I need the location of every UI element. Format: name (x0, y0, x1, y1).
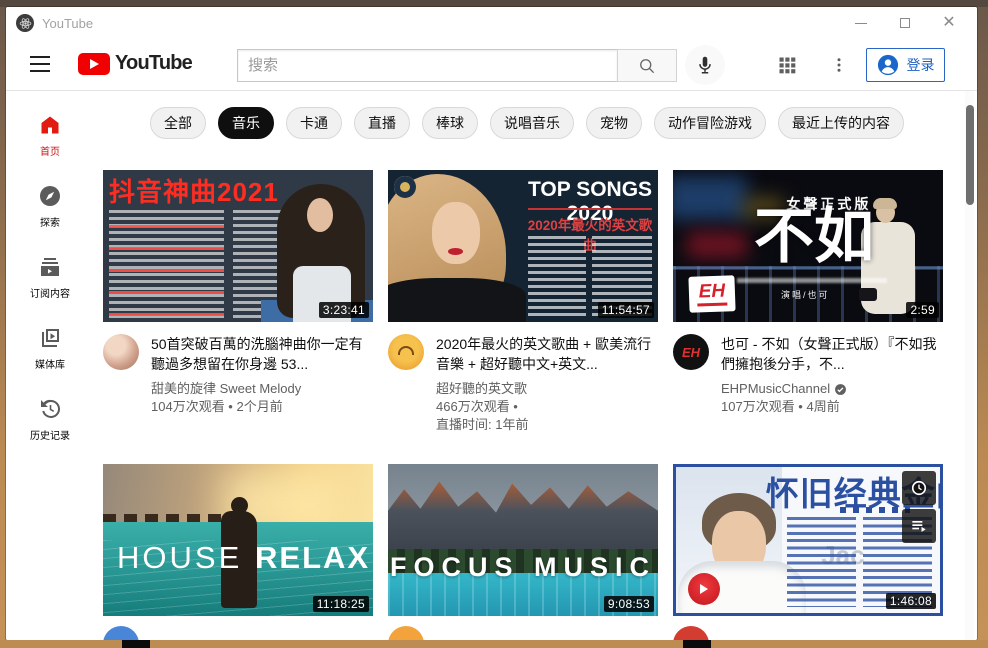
duration-badge: 11:18:25 (312, 596, 369, 612)
video-stats: 466万次观看 • (436, 399, 518, 414)
titlebar: YouTube ✕ (6, 7, 977, 39)
video-thumbnail[interactable]: TOP SONGS 2020 2020年最火的英文歌曲 11:54:57 (388, 170, 658, 322)
channel-avatar[interactable] (103, 334, 139, 370)
sidebar-item-library[interactable]: 媒体库 (6, 326, 94, 371)
video-title[interactable]: 2020年最火的英文歌曲 + 歐美流行音樂 + 超好聽中文+英文... (436, 334, 658, 374)
watch-later-button[interactable] (902, 471, 936, 505)
clock-icon (911, 480, 927, 496)
app-header: YouTube 搜索 登录 (6, 39, 977, 91)
video-thumbnail[interactable]: 女聲正式版 不如 演唱/也可 EH 2:59 (673, 170, 943, 322)
video-thumbnail[interactable]: HOUSE RELAX 11:18:25 (103, 464, 373, 616)
queue-icon (912, 521, 926, 532)
channel-avatar[interactable] (103, 626, 139, 640)
chip-music[interactable]: 音乐 (218, 107, 274, 139)
video-grid: 抖音神曲2021 3:23:41 50首突破百萬的洗腦神曲你一定有聽過多想留在你… (94, 139, 977, 640)
desktop-top-edge (0, 0, 988, 7)
window-title: YouTube (42, 15, 94, 31)
menu-icon[interactable] (30, 56, 50, 72)
sidebar-item-home[interactable]: 首页 (6, 113, 94, 158)
duration-badge: 9:08:53 (603, 596, 654, 612)
sidebar: 首页 探索 订阅内容 媒体库 历史记录 (6, 91, 94, 640)
thumbnail-headline: 不如 (754, 203, 874, 270)
thumbnail-headline: RELAX (255, 540, 371, 575)
kebab-menu-icon (837, 58, 841, 72)
chip-cartoon[interactable]: 卡通 (286, 107, 342, 139)
search-icon (640, 58, 655, 73)
app-window: YouTube ✕ YouTube 搜索 登录 首页 探索 订阅内容 媒体库 历… (6, 7, 977, 640)
video-card: 怀旧经典金曲 Jac (673, 464, 943, 640)
video-stats: 104万次观看 • 2个月前 (151, 399, 283, 414)
channel-avatar[interactable]: EH (673, 334, 709, 370)
search-box (237, 49, 617, 82)
content-area: 全部 音乐 卡通 直播 棒球 说唱音乐 宠物 动作冒险游戏 最近上传的内容 抖音… (94, 91, 977, 640)
app-icon (16, 14, 34, 32)
channel-name[interactable]: 超好聽的英文歌 (436, 380, 658, 398)
desktop-bottom-edge (0, 640, 988, 648)
search-input[interactable] (248, 57, 607, 74)
history-icon (41, 399, 61, 418)
search-button[interactable] (617, 49, 677, 82)
video-card: FOCUS MUSIC 9:08:53 (388, 464, 658, 640)
youtube-play-icon (78, 52, 110, 75)
channel-name[interactable]: 甜美的旋律 Sweet Melody (151, 380, 373, 398)
close-button[interactable]: ✕ (927, 7, 971, 39)
account-icon (877, 54, 898, 76)
signin-button[interactable]: 登录 (866, 48, 945, 82)
video-title[interactable]: 也可 - 不如（女聲正式版）『不如我們擁抱後分手，不... (721, 334, 943, 374)
video-stats-live: 直播时间: 1年前 (436, 417, 529, 432)
chip-all[interactable]: 全部 (150, 107, 206, 139)
chip-baseball[interactable]: 棒球 (422, 107, 478, 139)
video-thumbnail[interactable]: 怀旧经典金曲 Jac (673, 464, 943, 616)
chip-live[interactable]: 直播 (354, 107, 410, 139)
duration-badge: 1:46:08 (885, 593, 936, 609)
thumbnail-logo (688, 573, 720, 605)
settings-menu-button[interactable] (828, 54, 850, 76)
minimize-button[interactable] (839, 7, 883, 39)
channel-avatar[interactable] (673, 626, 709, 640)
video-title[interactable]: 50首突破百萬的洗腦神曲你一定有聽過多想留在你身邊 53... (151, 334, 373, 374)
scrollbar-thumb[interactable] (965, 105, 974, 205)
explore-icon (40, 186, 60, 206)
duration-badge: 3:23:41 (318, 302, 369, 318)
duration-badge: 2:59 (906, 302, 939, 318)
apps-grid-icon (779, 57, 796, 74)
filter-chips-bar: 全部 音乐 卡通 直播 棒球 说唱音乐 宠物 动作冒险游戏 最近上传的内容 (94, 91, 977, 139)
video-card: 抖音神曲2021 3:23:41 50首突破百萬的洗腦神曲你一定有聽過多想留在你… (103, 170, 373, 434)
chip-action-adventure-games[interactable]: 动作冒险游戏 (654, 107, 766, 139)
chip-pets[interactable]: 宠物 (586, 107, 642, 139)
sidebar-item-subscriptions[interactable]: 订阅内容 (6, 255, 94, 300)
thumbnail-logo (394, 176, 416, 198)
duration-badge: 11:54:57 (597, 302, 654, 318)
scrollbar[interactable] (965, 91, 974, 640)
maximize-button[interactable] (883, 7, 927, 39)
video-card: HOUSE RELAX 11:18:25 (103, 464, 373, 640)
channel-avatar[interactable] (388, 626, 424, 640)
apps-grid-button[interactable] (776, 54, 798, 76)
subscriptions-icon (41, 258, 59, 276)
chip-recently-uploaded[interactable]: 最近上传的内容 (778, 107, 904, 139)
microphone-icon (699, 56, 711, 74)
sidebar-item-explore[interactable]: 探索 (6, 184, 94, 229)
youtube-logo[interactable]: YouTube (78, 52, 193, 75)
library-icon (42, 329, 59, 347)
video-thumbnail[interactable]: FOCUS MUSIC 9:08:53 (388, 464, 658, 616)
video-card: 女聲正式版 不如 演唱/也可 EH 2:59 EH 也可 - 不如（女聲正式版）… (673, 170, 943, 434)
thumbnail-headline: 抖音神曲2021 (109, 177, 279, 207)
thumbnail-logo: EH (688, 275, 736, 313)
add-to-queue-button[interactable] (902, 509, 936, 543)
channel-name[interactable]: EHPMusicChannel (721, 380, 943, 398)
voice-search-button[interactable] (685, 45, 725, 85)
sidebar-item-history[interactable]: 历史记录 (6, 397, 94, 442)
thumbnail-headline: FOCUS MUSIC (390, 552, 656, 583)
verified-badge-icon (835, 383, 847, 395)
video-card: TOP SONGS 2020 2020年最火的英文歌曲 11:54:57 202… (388, 170, 658, 434)
thumbnail-headline: HOUSE (117, 540, 243, 575)
video-stats: 107万次观看 • 4周前 (721, 399, 840, 414)
chip-rap[interactable]: 说唱音乐 (490, 107, 574, 139)
channel-avatar[interactable] (388, 334, 424, 370)
video-thumbnail[interactable]: 抖音神曲2021 3:23:41 (103, 170, 373, 322)
home-icon (41, 116, 59, 134)
